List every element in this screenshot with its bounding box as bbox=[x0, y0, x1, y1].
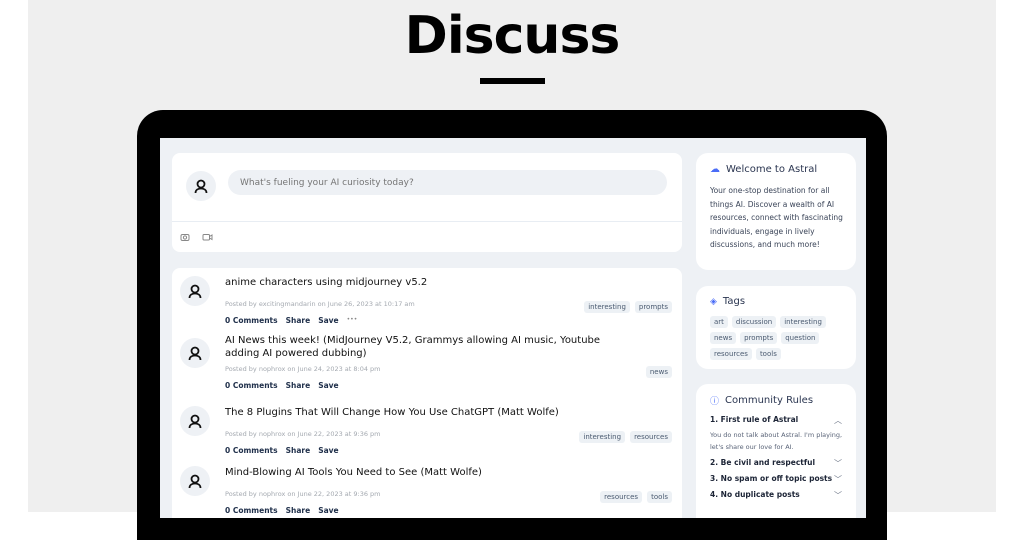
welcome-header: ☁ Welcome to Astral bbox=[710, 164, 817, 175]
tag-chip[interactable]: interesting bbox=[780, 316, 826, 328]
avatar bbox=[186, 171, 216, 201]
post-title[interactable]: Mind-Blowing AI Tools You Need to See (M… bbox=[225, 466, 615, 479]
share-button[interactable]: Share bbox=[286, 316, 311, 325]
save-button[interactable]: Save bbox=[318, 381, 338, 390]
page-title: Discuss bbox=[404, 6, 621, 66]
user-icon bbox=[188, 284, 202, 299]
rule-label: 1. First rule of Astral bbox=[710, 415, 799, 424]
rules-header: ⓘ Community Rules bbox=[710, 394, 813, 407]
tag-chip[interactable]: art bbox=[710, 316, 728, 328]
avatar bbox=[180, 406, 210, 436]
chevron-down-icon[interactable]: ﹀ bbox=[834, 490, 842, 501]
share-button[interactable]: Share bbox=[286, 381, 311, 390]
tag-chip[interactable]: prompts bbox=[634, 301, 672, 313]
save-button[interactable]: Save bbox=[318, 446, 338, 455]
tag-chip[interactable]: prompts bbox=[740, 332, 778, 344]
rule-label: 4. No duplicate posts bbox=[710, 490, 800, 499]
composer-card bbox=[172, 153, 682, 252]
post-meta: Posted by nophrox on June 22, 2023 at 9:… bbox=[225, 430, 381, 438]
info-icon: ⓘ bbox=[710, 397, 720, 407]
post-meta: Posted by nophrox on June 22, 2023 at 9:… bbox=[225, 490, 381, 498]
astral-icon: ☁ bbox=[710, 164, 720, 175]
camera-icon[interactable] bbox=[180, 232, 190, 242]
community-rules-card: ⓘ Community Rules 1. First rule of Astra… bbox=[696, 384, 856, 518]
app-screen: anime characters using midjourney v5.2 P… bbox=[160, 138, 866, 518]
title-underline bbox=[480, 78, 545, 84]
rule-item[interactable]: 2. Be civil and respectful ﹀ bbox=[710, 458, 842, 469]
avatar bbox=[180, 338, 210, 368]
post-meta: Posted by nophrox on June 24, 2023 at 8:… bbox=[225, 365, 381, 373]
chevron-up-icon[interactable]: ︿ bbox=[834, 415, 842, 426]
tag-chip[interactable]: question bbox=[781, 332, 820, 344]
post-item[interactable]: Mind-Blowing AI Tools You Need to See (M… bbox=[172, 466, 682, 518]
rule-item[interactable]: 1. First rule of Astral ︿ bbox=[710, 415, 842, 426]
avatar bbox=[180, 276, 210, 306]
tag-chip[interactable]: resources bbox=[600, 491, 643, 503]
share-button[interactable]: Share bbox=[286, 506, 311, 515]
user-icon bbox=[188, 346, 202, 361]
share-button[interactable]: Share bbox=[286, 446, 311, 455]
tag-chip[interactable]: resources bbox=[710, 348, 752, 360]
tag-icon: ◈ bbox=[710, 296, 717, 307]
welcome-title: Welcome to Astral bbox=[726, 164, 818, 175]
post-meta: Posted by excitingmandarin on June 26, 2… bbox=[225, 300, 415, 308]
user-icon bbox=[188, 414, 202, 429]
tags-header: ◈ Tags bbox=[710, 296, 745, 307]
post-title[interactable]: anime characters using midjourney v5.2 bbox=[225, 276, 615, 289]
feed-card: anime characters using midjourney v5.2 P… bbox=[172, 268, 682, 518]
avatar bbox=[180, 466, 210, 496]
rule-item[interactable]: 4. No duplicate posts ﹀ bbox=[710, 490, 842, 501]
welcome-text: Your one-stop destination for all things… bbox=[710, 186, 843, 249]
tag-chip[interactable]: discussion bbox=[731, 316, 777, 328]
chevron-down-icon[interactable]: ﹀ bbox=[834, 474, 842, 485]
comments-link[interactable]: 0 Comments bbox=[225, 381, 278, 390]
comments-link[interactable]: 0 Comments bbox=[225, 316, 278, 325]
post-item[interactable]: The 8 Plugins That Will Change How You U… bbox=[172, 406, 682, 464]
save-button[interactable]: Save bbox=[318, 316, 338, 325]
post-composer-input[interactable] bbox=[228, 170, 667, 195]
user-icon bbox=[188, 474, 202, 489]
post-item[interactable]: anime characters using midjourney v5.2 P… bbox=[172, 276, 682, 334]
tag-chip[interactable]: tools bbox=[647, 491, 672, 503]
tags-card: ◈ Tags art discussion interesting news promp… bbox=[696, 286, 856, 369]
post-title[interactable]: The 8 Plugins That Will Change How You U… bbox=[225, 406, 615, 419]
tags-title: Tags bbox=[722, 296, 746, 307]
tag-chip[interactable]: resources bbox=[630, 431, 672, 443]
welcome-card: ☁ Welcome to Astral Your one-stop destin… bbox=[696, 153, 856, 270]
tag-chip[interactable]: news bbox=[710, 332, 737, 344]
video-icon[interactable] bbox=[202, 232, 213, 242]
tag-chip[interactable]: news bbox=[645, 366, 672, 378]
user-icon bbox=[194, 179, 208, 194]
rule-item[interactable]: 3. No spam or off topic posts ﹀ bbox=[710, 474, 842, 485]
save-button[interactable]: Save bbox=[318, 506, 338, 515]
rule-label: 2. Be civil and respectful bbox=[710, 458, 816, 467]
post-title[interactable]: AI News this week! (MidJourney V5.2, Gra… bbox=[225, 334, 615, 360]
chevron-down-icon[interactable]: ﹀ bbox=[834, 458, 842, 469]
comments-link[interactable]: 0 Comments bbox=[225, 506, 278, 515]
tag-list: art discussion interesting news prompts quest… bbox=[710, 316, 850, 360]
more-options-icon[interactable]: ••• bbox=[347, 316, 358, 325]
tag-chip[interactable]: interesting bbox=[579, 431, 626, 443]
rules-title: Community Rules bbox=[725, 395, 814, 406]
tag-chip[interactable]: interesting bbox=[584, 301, 630, 313]
divider bbox=[172, 221, 682, 222]
tag-chip[interactable]: tools bbox=[755, 348, 781, 360]
rule-body: You do not talk about Astral. I'm playin… bbox=[710, 431, 843, 451]
post-item[interactable]: AI News this week! (MidJourney V5.2, Gra… bbox=[172, 334, 682, 392]
rule-label: 3. No spam or off topic posts bbox=[710, 474, 833, 483]
comments-link[interactable]: 0 Comments bbox=[225, 446, 278, 455]
